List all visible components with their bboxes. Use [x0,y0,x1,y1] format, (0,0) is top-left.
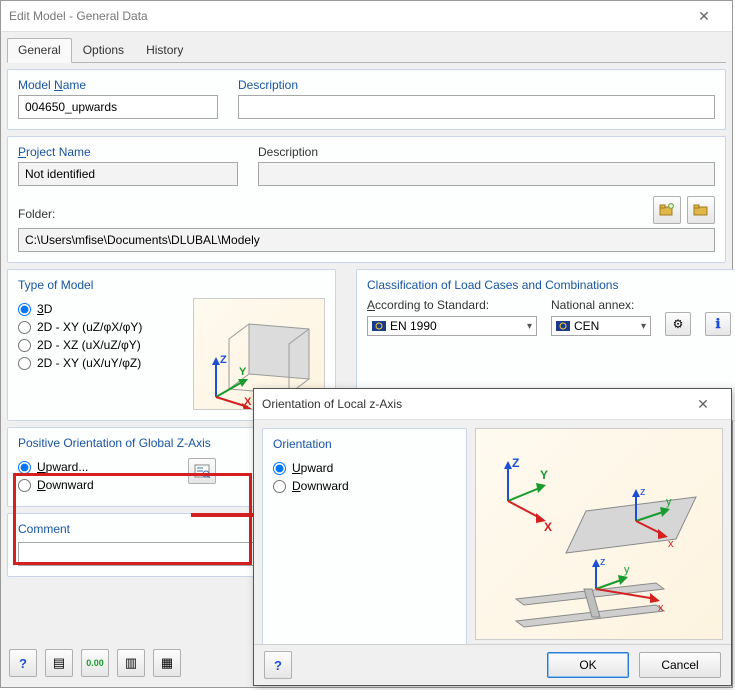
model-name-label: Model Name [18,78,218,92]
window-title: Edit Model - General Data [9,1,148,31]
group-project: Project Name Description Folder: [7,136,726,263]
model-name-input[interactable] [18,95,218,119]
info-icon: ℹ [716,316,721,332]
folder-label: Folder: [18,207,633,221]
radio-2d-xy-uz-input[interactable] [18,321,31,334]
radio-2d-xy-ux-input[interactable] [18,357,31,370]
comment-title: Comment [18,522,70,536]
radio-2d-xy-ux[interactable]: 2D - XY (uX/uY/φZ) [18,356,173,370]
svg-text:Z: Z [220,354,227,366]
description1-label: Description [238,78,715,92]
project-name-input[interactable] [18,162,238,186]
orientation-title: Positive Orientation of Global Z-Axis [18,436,211,450]
close-icon[interactable]: ✕ [684,1,724,31]
svg-text:z: z [600,556,606,568]
tab-history[interactable]: History [135,38,194,62]
svg-text:Y: Y [239,366,247,378]
popup-group-title: Orientation [273,437,332,451]
sheet-icon: ▤ [53,655,65,671]
popup-radio-upward[interactable]: Upward [273,461,456,475]
folder-input[interactable] [18,228,715,252]
units-button[interactable]: 0.00 [81,649,109,677]
folder-icon [693,202,709,218]
popup-cancel-button[interactable]: Cancel [639,652,721,678]
tool-button-1[interactable]: ▤ [45,649,73,677]
popup-close-icon[interactable]: ✕ [683,389,723,419]
popup-titlebar: Orientation of Local z-Axis ✕ [254,389,731,420]
browse-folder-button[interactable] [687,196,715,224]
radio-3d[interactable]: 3D [18,302,173,316]
popup-radio-upward-input[interactable] [273,462,286,475]
new-folder-button[interactable] [653,196,681,224]
orientation-popup: Orientation of Local z-Axis ✕ Orientatio… [253,388,732,686]
bottom-toolbar: ? ▤ 0.00 ▥ ▦ [9,649,181,677]
radio-2d-xy-uz[interactable]: 2D - XY (uZ/φX/φY) [18,320,173,334]
details-icon [194,464,210,478]
svg-text:y: y [666,496,672,508]
popup-help-button[interactable]: ? [264,651,292,679]
radio-2d-xz[interactable]: 2D - XZ (uX/uZ/φY) [18,338,173,352]
folder-plus-icon [659,202,675,218]
popup-thumbnail: Z Y X z y x z y [475,428,723,640]
orientation-preview-icon: Z Y X z y x z y [476,429,722,639]
radio-3d-input[interactable] [18,303,31,316]
group-model-name: Model Name Description [7,69,726,130]
radio-upward-input[interactable] [18,461,31,474]
svg-text:Z: Z [512,456,519,470]
standard-label: According to Standard: [367,298,537,312]
svg-text:Y: Y [540,468,548,482]
popup-title: Orientation of Local z-Axis [262,389,402,419]
orientation-details-button[interactable] [188,458,216,484]
radio-downward[interactable]: Downward [18,478,168,492]
type-of-model-title: Type of Model [18,278,93,292]
chevron-down-icon: ▾ [641,321,646,332]
layers-icon: ▥ [125,655,137,671]
annex-combo[interactable]: CEN ▾ [551,316,651,336]
description1-input[interactable] [238,95,715,119]
radio-downward-input[interactable] [18,479,31,492]
eu-flag-icon [556,321,570,331]
tabs-bar: General Options History [7,38,726,63]
popup-group-orientation: Orientation Upward Downward [262,428,467,658]
popup-ok-button[interactable]: OK [547,652,629,678]
radio-2d-xz-input[interactable] [18,339,31,352]
settings-button[interactable]: ⚙ [665,312,691,336]
annex-label: National annex: [551,298,651,312]
layers2-icon: ▦ [161,655,173,671]
standard-combo[interactable]: EN 1990 ▾ [367,316,537,336]
description2-input[interactable] [258,162,715,186]
tab-general[interactable]: General [7,38,72,63]
svg-text:X: X [544,520,552,534]
project-name-label: Project Name [18,145,238,159]
info-button[interactable]: ℹ [705,312,731,336]
popup-radio-downward[interactable]: Downward [273,479,456,493]
help-icon: ? [19,656,27,671]
titlebar: Edit Model - General Data ✕ [1,1,732,32]
classification-title: Classification of Load Cases and Combina… [367,278,618,292]
tab-options[interactable]: Options [72,38,135,62]
svg-text:x: x [658,602,664,614]
svg-text:y: y [624,564,630,576]
svg-text:x: x [668,538,674,550]
radio-upward[interactable]: Upward... [18,460,168,474]
help-button[interactable]: ? [9,649,37,677]
popup-footer: ? OK Cancel [254,644,731,685]
help-icon: ? [274,658,282,673]
units-icon: 0.00 [86,658,104,668]
tool-button-3[interactable]: ▦ [153,649,181,677]
description2-label: Description [258,145,715,159]
eu-flag-icon [372,321,386,331]
gear-icon: ⚙ [673,317,684,331]
svg-text:X: X [244,396,252,408]
chevron-down-icon: ▾ [527,321,532,332]
popup-radio-downward-input[interactable] [273,480,286,493]
tool-button-2[interactable]: ▥ [117,649,145,677]
svg-text:z: z [640,486,646,498]
